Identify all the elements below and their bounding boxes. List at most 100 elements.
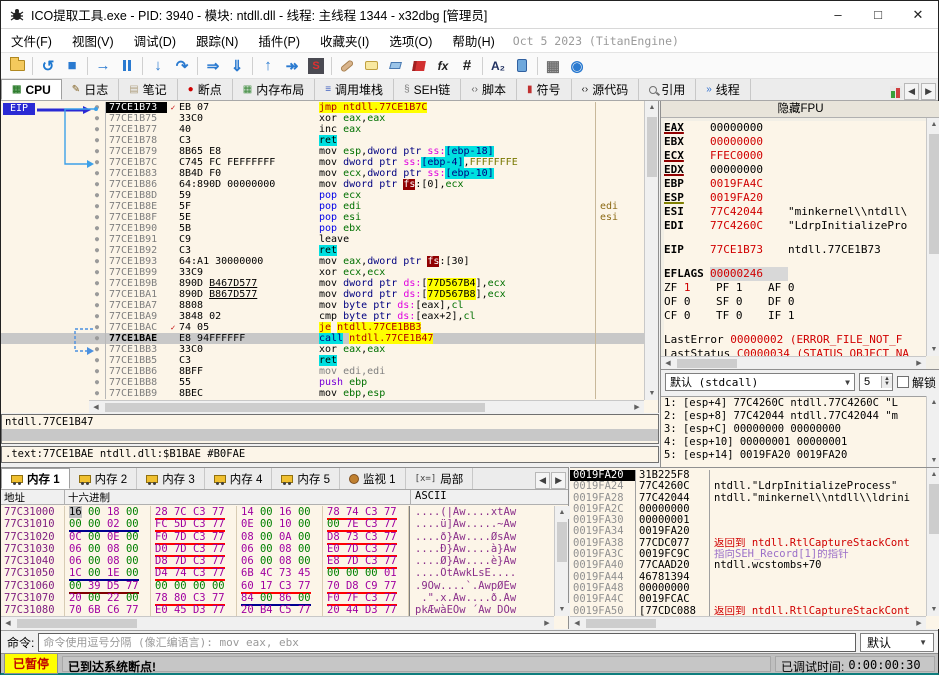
disasm-row[interactable]: ● 77CE1BA1 890D B867D577 mov dword ptr ds:[… [1, 289, 644, 300]
breakpoint-dot-icon[interactable]: ● [89, 124, 105, 135]
disasm-row[interactable]: ● 77CE1B75 33C0 xor eax,eax [1, 113, 644, 124]
stack-pane[interactable]: 0019FA20 31B225F8 0019FA24 77C4260C ntdll."L… [570, 467, 939, 630]
tab-笔记[interactable]: ▤ 笔记 [119, 79, 178, 100]
breakpoint-dot-icon[interactable]: ● [89, 113, 105, 124]
disasm-row[interactable]: ● 77CE1BB5 C3 ret [1, 355, 644, 366]
disasm-row[interactable]: ● 77CE1B77 40 inc eax [1, 124, 644, 135]
breakpoint-dot-icon[interactable]: ● [89, 245, 105, 256]
breakpoint-dot-icon[interactable]: ● [89, 311, 105, 322]
disasm-row[interactable]: ● 77CE1BB6 8BFF mov edi,edi [1, 366, 644, 377]
breakpoint-dot-icon[interactable]: ● [89, 289, 105, 300]
step-into-button[interactable]: ↓ [146, 55, 170, 77]
register-row[interactable]: EBX 00000000 [664, 135, 926, 149]
tab-断点[interactable]: ● 断点 [177, 79, 233, 100]
breakpoint-dot-icon[interactable]: ● [89, 322, 105, 333]
dump-tabs-right-icon[interactable]: ▶ [551, 472, 566, 489]
register-row[interactable]: EDI 77C4260C "LdrpInitializePro [664, 219, 926, 233]
disasm-row[interactable]: ● 77CE1BAE E8 94FFFFFF call ntdll.77CE1B47 [1, 333, 644, 344]
tab-符号[interactable]: ▮ 符号 [517, 79, 572, 100]
menu-item-3[interactable]: 跟踪(N) [186, 28, 248, 53]
favourites-button[interactable] [407, 55, 431, 77]
dump-row[interactable]: 77C31070 20 00 22 00 78 80 C3 77 84 00 86 0… [1, 592, 554, 607]
animate-button[interactable]: S [304, 55, 328, 77]
args-vscrollbar[interactable]: ▲ ▼ [926, 396, 939, 467]
stop-button[interactable]: ■ [60, 55, 84, 77]
dump-hscrollbar[interactable]: ◀ ▶ [1, 616, 554, 630]
menu-item-7[interactable]: 帮助(H) [442, 28, 504, 53]
trace-over-button[interactable]: ⇓ [225, 55, 249, 77]
breakpoint-dot-icon[interactable]: ● [89, 388, 105, 399]
last-error-row[interactable]: LastStatus C0000034 (STATUS_OBJECT_NA [664, 347, 926, 356]
register-row[interactable]: ECX FFEC0000 [664, 149, 926, 163]
dump-row[interactable]: 77C31000 16 00 18 00 28 7C C3 77 14 00 16 0… [1, 506, 554, 520]
notify-button[interactable] [510, 55, 534, 77]
dump-row[interactable]: 77C31020 0C 00 0E 00 F0 7D C3 77 08 00 0A 0… [1, 530, 554, 545]
patch-button[interactable] [335, 55, 359, 77]
label-button[interactable] [383, 55, 407, 77]
breakpoint-dot-icon[interactable]: ● [89, 168, 105, 179]
tab-scroll-right-icon[interactable]: ▶ [921, 83, 936, 100]
tab-脚本[interactable]: ‹› 脚本 [461, 79, 517, 100]
disasm-row[interactable]: ● 77CE1B86 64:890D 00000000 mov dword ptr f… [1, 179, 644, 190]
stack-row[interactable]: 0019FA24 77C4260C ntdll."LdrpInitializePro… [570, 481, 926, 493]
disasm-hscrollbar[interactable]: ◀ ▶ [89, 400, 644, 413]
dump-tab-内存 5[interactable]: 内存 5 [272, 468, 340, 489]
disasm-row[interactable]: ● 77CE1B9B 890D B467D577 mov dword ptr ds:[… [1, 278, 644, 289]
flags-row[interactable]: ZF 1 PF 1 AF 0 [664, 281, 926, 295]
trace-into-button[interactable]: ⇒ [201, 55, 225, 77]
breakpoint-dot-icon[interactable]: ● [89, 256, 105, 267]
dump-tab-内存 4[interactable]: 内存 4 [204, 468, 273, 489]
calling-convention-select[interactable]: 默认 (stdcall) ▼ [665, 373, 855, 391]
step-out-button[interactable]: ↑ [256, 55, 280, 77]
disasm-row[interactable]: ● 77CE1BB9 8BEC mov ebp,esp [1, 388, 644, 399]
open-file-button[interactable] [5, 55, 29, 77]
tab-SEH链[interactable]: § SEH链 [394, 79, 462, 100]
unlock-checkbox[interactable] [896, 376, 909, 388]
breakpoint-dot-icon[interactable]: ● [89, 201, 105, 212]
stack-vscrollbar[interactable]: ▲ ▼ [926, 468, 939, 616]
disasm-row[interactable]: ● 77CE1B7C C745 FC FEFFFFFF mov dword ptr s… [1, 157, 644, 168]
dump-tabs-left-icon[interactable]: ◀ [535, 472, 551, 489]
disasm-row[interactable]: ● 77CE1B8F 5E pop esi esi [1, 212, 644, 223]
breakpoint-dot-icon[interactable]: ● [89, 366, 105, 377]
breakpoint-dot-icon[interactable]: ● [89, 212, 105, 223]
dump-row[interactable]: 77C31060 00 39 D5 77 00 00 00 00 60 17 C3 7… [1, 579, 554, 594]
register-row[interactable]: EDX 00000000 [664, 163, 926, 177]
dump-tab-监视 1[interactable]: 监视 1 [339, 468, 406, 489]
command-profile-select[interactable]: 默认 ▼ [860, 632, 934, 652]
disasm-row[interactable]: ● 77CE1BA9 3848 02 cmp byte ptr ds:[eax+2],… [1, 311, 644, 322]
stack-row[interactable]: 0019FA4C 0019FCAC [570, 594, 926, 606]
stack-hscrollbar[interactable]: ◀ ▶ [570, 616, 926, 630]
breakpoint-dot-icon[interactable]: ● [89, 377, 105, 388]
breakpoint-dot-icon[interactable]: ● [89, 344, 105, 355]
goto-button[interactable]: # [455, 55, 479, 77]
tab-引用[interactable]: 引用 [639, 79, 697, 100]
register-row[interactable]: EAX 00000000 [664, 121, 926, 135]
disasm-row[interactable]: ● 77CE1B90 5B pop ebx [1, 223, 644, 234]
breakpoint-dot-icon[interactable]: ● [89, 223, 105, 234]
disasm-row[interactable]: ● 77CE1B73 ✓ EB 07 jmp ntdll.77CE1B7C [1, 102, 644, 113]
last-error-row[interactable]: LastError 00000002 (ERROR_FILE_NOT_F [664, 333, 926, 347]
breakpoint-dot-icon[interactable]: ● [89, 300, 105, 311]
register-row[interactable]: ESI 77C42044 "minkernel\\ntdll\ [664, 205, 926, 219]
disasm-row[interactable]: ● 77CE1B99 33C9 xor ecx,ecx [1, 267, 644, 278]
menu-item-0[interactable]: 文件(F) [1, 28, 62, 53]
tab-CPU[interactable]: ▦ CPU [1, 79, 62, 100]
arg-count-spinner[interactable]: 5 ▲ ▼ [858, 373, 893, 391]
tab-内存布局[interactable]: ▦ 内存布局 [232, 79, 316, 100]
flags-row[interactable]: CF 0 TF 0 IF 1 [664, 309, 926, 323]
step-over-button[interactable]: ↷ [170, 55, 194, 77]
disassembly-pane[interactable]: ● 77CE1B73 ✓ EB 07 jmp ntdll.77CE1B7C ● 77CE1B… [1, 101, 659, 413]
disasm-row[interactable]: ● 77CE1BA7 8808 mov byte ptr ds:[eax],cl [1, 300, 644, 311]
menu-item-5[interactable]: 收藏夹(I) [310, 28, 379, 53]
minimize-button[interactable]: – [818, 2, 858, 28]
registers-vscrollbar[interactable]: ▲ ▼ [926, 118, 939, 356]
disasm-row[interactable]: ● 77CE1B91 C9 leave [1, 234, 644, 245]
dump-tab-局部[interactable]: [x=] 局部 [405, 468, 474, 489]
breakpoint-dot-icon[interactable]: ● [89, 190, 105, 201]
tab-线程[interactable]: » 线程 [696, 79, 751, 100]
breakpoint-dot-icon[interactable]: ● [89, 355, 105, 366]
disasm-row[interactable]: ● 77CE1B79 8B65 E8 mov esp,dword ptr ss:[eb… [1, 146, 644, 157]
dump-tab-内存 3[interactable]: 内存 3 [137, 468, 205, 489]
breakpoint-dot-icon[interactable]: ● [89, 278, 105, 289]
